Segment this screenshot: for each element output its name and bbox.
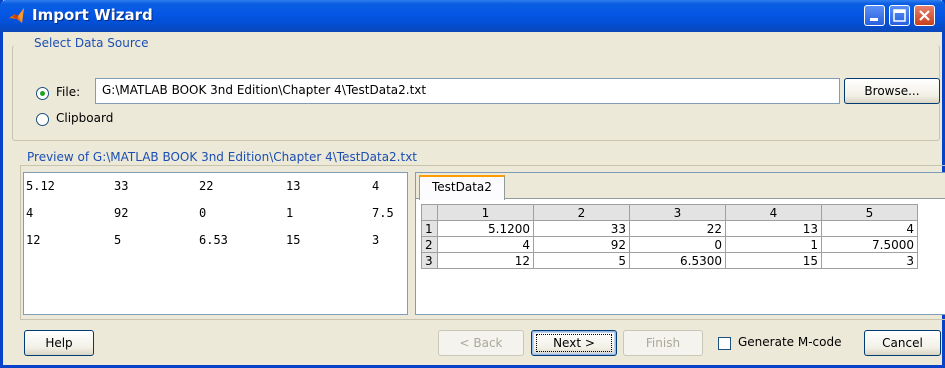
variable-grid: 1 2 3 4 5 1 5.1200 33 22 13 4 2 4 92 0 1… <box>421 204 918 269</box>
preview-text-cell: 4 <box>372 179 380 193</box>
grid-cell[interactable]: 13 <box>725 220 822 237</box>
preview-label: Preview of G:\MATLAB BOOK 3nd Edition\Ch… <box>27 150 418 164</box>
tab-strip: TestData2 <box>416 173 945 200</box>
grid-corner <box>421 204 438 221</box>
minimize-button[interactable] <box>864 5 885 26</box>
row-header[interactable]: 3 <box>421 252 438 269</box>
preview-text-cell: 5.12 <box>26 179 55 193</box>
row-header[interactable]: 1 <box>421 220 438 237</box>
import-wizard-window: Import Wizard Select Data Source File: G… <box>0 0 945 368</box>
grid-cell[interactable]: 6.5300 <box>629 252 726 269</box>
preview-text-cell: 5 <box>114 233 122 247</box>
preview-text-cell: 7.5 <box>372 206 394 220</box>
back-button[interactable]: < Back <box>438 330 524 356</box>
clipboard-radio-label[interactable]: Clipboard <box>56 111 113 125</box>
tab-testdata2[interactable]: TestData2 <box>419 175 505 200</box>
column-header[interactable]: 4 <box>725 204 822 221</box>
preview-text-cell: 0 <box>199 206 207 220</box>
window-title: Import Wizard <box>32 6 153 24</box>
preview-text-area[interactable]: 5.12 33 22 13 4 4 92 0 1 7.5 12 5 6.53 1… <box>23 172 408 315</box>
preview-text-cell: 6.53 <box>199 233 228 247</box>
maximize-button[interactable] <box>889 5 910 26</box>
cancel-button-label: Cancel <box>882 336 923 350</box>
grid-cell[interactable]: 5 <box>533 252 630 269</box>
preview-text-cell: 92 <box>114 206 129 220</box>
preview-text-cell: 22 <box>199 179 214 193</box>
title-bar[interactable]: Import Wizard <box>0 0 945 32</box>
cancel-button[interactable]: Cancel <box>864 330 941 356</box>
matlab-logo-icon <box>9 8 24 23</box>
next-button[interactable]: Next > <box>531 330 617 356</box>
table-row: 2 4 92 0 1 7.5000 <box>421 236 918 253</box>
grid-cell[interactable]: 4 <box>821 220 918 237</box>
column-header[interactable]: 2 <box>533 204 630 221</box>
grid-cell[interactable]: 0 <box>629 236 726 253</box>
row-header[interactable]: 2 <box>421 236 438 253</box>
grid-cell[interactable]: 4 <box>437 236 534 253</box>
column-header[interactable]: 1 <box>437 204 534 221</box>
grid-cell[interactable]: 22 <box>629 220 726 237</box>
data-source-group-label: Select Data Source <box>34 36 149 50</box>
preview-text-cell: 4 <box>26 206 34 220</box>
column-header[interactable]: 3 <box>629 204 726 221</box>
file-path-input[interactable]: G:\MATLAB BOOK 3nd Edition\Chapter 4\Tes… <box>95 78 840 104</box>
variable-tab-panel: TestData2 1 2 3 4 5 1 5.1200 33 22 13 4 … <box>415 172 945 315</box>
close-button[interactable] <box>914 5 935 26</box>
grid-cell[interactable]: 7.5000 <box>821 236 918 253</box>
table-row: 3 12 5 6.5300 15 3 <box>421 252 918 269</box>
preview-text-cell: 13 <box>286 179 301 193</box>
preview-text-cell: 12 <box>26 233 41 247</box>
generate-mcode-label[interactable]: Generate M-code <box>738 335 841 349</box>
grid-cell[interactable]: 3 <box>821 252 918 269</box>
table-row: 1 5.1200 33 22 13 4 <box>421 220 918 237</box>
preview-text-cell: 1 <box>286 206 294 220</box>
grid-cell[interactable]: 15 <box>725 252 822 269</box>
maximize-icon <box>893 9 906 22</box>
preview-text-cell: 15 <box>286 233 301 247</box>
grid-cell[interactable]: 5.1200 <box>437 220 534 237</box>
grid-cell[interactable]: 1 <box>725 236 822 253</box>
grid-header-row: 1 2 3 4 5 <box>421 204 918 221</box>
browse-button[interactable]: Browse... <box>844 78 940 104</box>
generate-mcode-checkbox[interactable] <box>718 337 731 350</box>
file-radio[interactable] <box>36 87 49 100</box>
clipboard-radio[interactable] <box>36 113 49 126</box>
preview-text-cell: 33 <box>114 179 129 193</box>
preview-text-cell: 3 <box>372 233 380 247</box>
focus-ring <box>536 334 612 352</box>
file-radio-label[interactable]: File: <box>56 85 80 99</box>
grid-cell[interactable]: 33 <box>533 220 630 237</box>
help-button-label: Help <box>45 336 73 350</box>
browse-button-label: Browse... <box>864 84 920 98</box>
column-header[interactable]: 5 <box>821 204 918 221</box>
radio-selected-dot <box>40 91 45 96</box>
back-button-label: < Back <box>459 336 503 350</box>
grid-cell[interactable]: 92 <box>533 236 630 253</box>
finish-button-label: Finish <box>645 336 681 350</box>
grid-cell[interactable]: 12 <box>437 252 534 269</box>
finish-button[interactable]: Finish <box>623 330 703 356</box>
help-button[interactable]: Help <box>24 330 94 356</box>
close-icon <box>919 10 930 21</box>
minimize-icon <box>870 18 878 21</box>
